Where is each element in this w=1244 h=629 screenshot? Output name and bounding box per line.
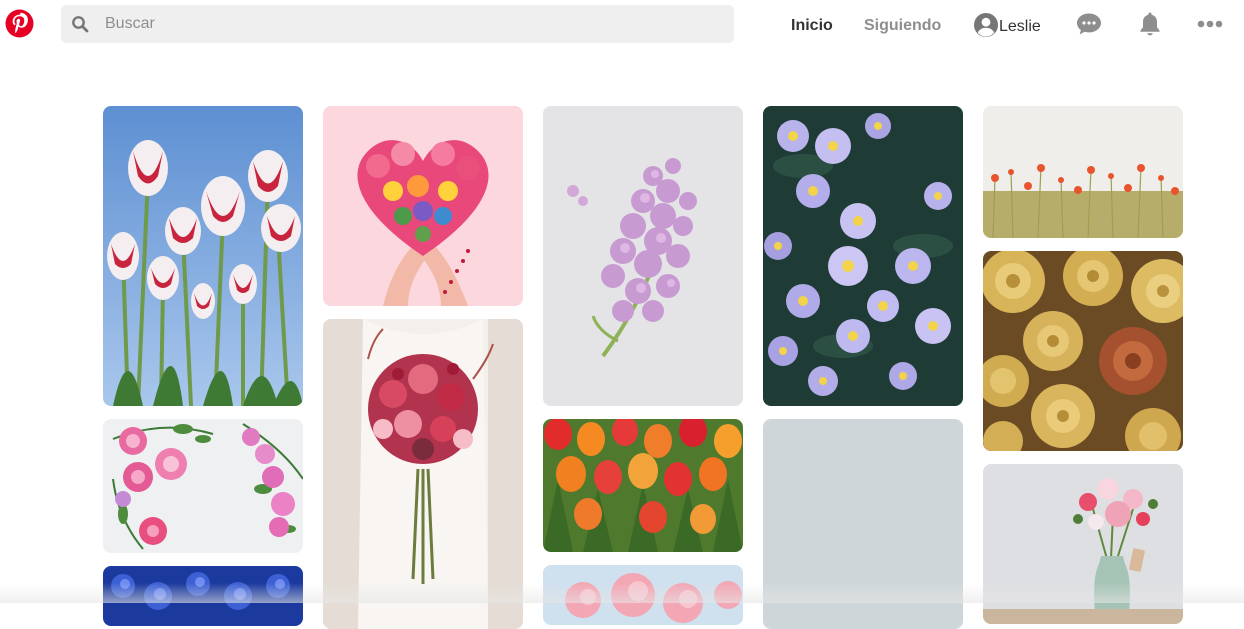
- pin-pink-blossoms[interactable]: [543, 565, 743, 625]
- pin-flower-heart-hands[interactable]: [323, 106, 523, 306]
- pin-gray-placeholder[interactable]: [763, 419, 963, 629]
- pin-poppy-meadow[interactable]: [983, 106, 1183, 238]
- pin-tulip-field[interactable]: [543, 419, 743, 552]
- search-icon: [71, 15, 89, 33]
- tulip-field-image: [543, 419, 743, 552]
- roses-wreath-image: [103, 419, 303, 553]
- user-profile-link[interactable]: Leslie: [974, 12, 1041, 38]
- pin-purple-asters[interactable]: [763, 106, 963, 406]
- flower-heart-image: [323, 106, 523, 306]
- pink-blossoms-image: [543, 565, 743, 625]
- vase-peonies-image: [983, 464, 1183, 624]
- bridal-bouquet-image: [323, 319, 523, 629]
- pin-vase-peonies[interactable]: [983, 464, 1183, 624]
- nav-home-link[interactable]: Inicio: [791, 17, 833, 35]
- avatar-icon: [974, 13, 998, 37]
- search-input[interactable]: [105, 5, 705, 43]
- pin-lilac[interactable]: [543, 106, 743, 406]
- pin-pink-roses-wreath[interactable]: [103, 419, 303, 553]
- asters-image: [763, 106, 963, 406]
- lilac-image: [543, 106, 743, 406]
- gray-image: [763, 419, 963, 629]
- pin-tulips-red-white[interactable]: [103, 106, 303, 406]
- nav-following-link[interactable]: Siguiendo: [864, 17, 941, 35]
- user-name: Leslie: [999, 18, 1041, 35]
- tulips-image: [103, 106, 303, 406]
- poppy-meadow-image: [983, 106, 1183, 238]
- pinterest-logo-icon[interactable]: [5, 9, 34, 38]
- golden-roses-image: [983, 251, 1183, 451]
- hydrangeas-image: [103, 566, 303, 626]
- chat-bubble-icon[interactable]: [1075, 12, 1103, 36]
- pin-bridal-bouquet[interactable]: [323, 319, 523, 629]
- more-dots-icon[interactable]: [1197, 17, 1223, 31]
- top-bar: Inicio Siguiendo Leslie: [0, 0, 1244, 52]
- search-bar[interactable]: [61, 5, 734, 43]
- pin-blue-hydrangeas[interactable]: [103, 566, 303, 626]
- bell-icon[interactable]: [1138, 11, 1162, 37]
- pin-golden-roses[interactable]: [983, 251, 1183, 451]
